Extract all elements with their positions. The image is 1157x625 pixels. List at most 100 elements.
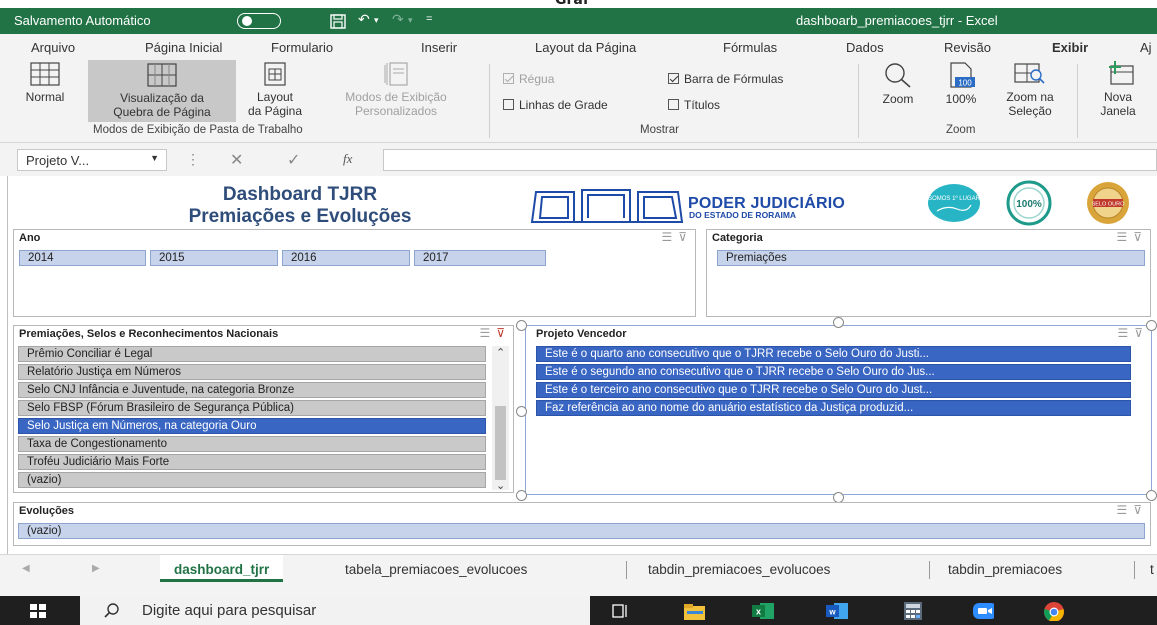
page-break-preview-button[interactable]: Visualização da Quebra de Página <box>88 60 236 122</box>
tab-arquivo[interactable]: Arquivo <box>31 40 75 55</box>
resize-handle[interactable] <box>833 317 844 328</box>
slicer-projeto-item[interactable]: Este é o segundo ano consecutivo que o T… <box>536 364 1131 380</box>
tab-scroll-right-icon[interactable]: ▶ <box>92 563 100 574</box>
slicer-projeto-item[interactable]: Este é o quarto ano consecutivo que o TJ… <box>536 346 1131 362</box>
new-window-button[interactable]: Nova Janela <box>1088 60 1148 120</box>
file-explorer-icon[interactable] <box>683 601 705 621</box>
normal-view-button[interactable]: Normal <box>20 62 70 120</box>
scroll-down-icon[interactable]: ⌄ <box>496 479 505 492</box>
sheet-left-border <box>7 176 8 554</box>
clear-filter-icon[interactable]: ⊽ <box>1134 326 1143 340</box>
tab-scroll-left-icon[interactable]: ◀ <box>22 563 30 574</box>
slicer-premiacoes-item[interactable]: (vazio) <box>18 472 486 488</box>
formula-bar-checkbox[interactable]: Barra de Fórmulas <box>668 72 783 86</box>
task-view-icon[interactable] <box>612 603 634 623</box>
chevron-down-icon[interactable]: ▼ <box>150 153 159 163</box>
clear-filter-icon[interactable]: ⊽ <box>496 326 505 340</box>
clear-filter-icon[interactable]: ⊽ <box>1133 503 1142 517</box>
zoom-to-selection-button[interactable]: Zoom na Seleção <box>996 62 1064 122</box>
tab-inserir[interactable]: Inserir <box>421 40 457 55</box>
sheet-tab-tabdin-evolucoes[interactable]: tabdin_premiacoes_evolucoes <box>648 562 830 577</box>
100-percent-badge-icon: 100% <box>1006 180 1052 226</box>
page-layout-view-button[interactable]: Layout da Página <box>236 62 314 120</box>
scroll-up-icon[interactable]: ⌃ <box>496 346 505 359</box>
dashboard-title-line-1: Dashboard TJRR <box>222 184 378 205</box>
undo-icon[interactable]: ↶ <box>358 11 370 28</box>
headings-check-icon <box>668 99 679 110</box>
sheet-tab-dashboard[interactable]: dashboard_tjrr <box>160 555 284 582</box>
group-separator <box>1077 64 1078 138</box>
resize-handle[interactable] <box>1146 490 1157 501</box>
zoom-selection-label-1: Zoom na <box>1006 90 1054 104</box>
clear-filter-icon[interactable]: ⊽ <box>678 230 687 244</box>
document-title: dashboarb_premiacoes_tjrr - Excel <box>796 13 998 28</box>
zoom-button[interactable]: Zoom <box>868 62 928 120</box>
name-box[interactable]: Projeto V... ▼ <box>17 149 167 171</box>
formula-input[interactable] <box>383 149 1157 171</box>
group-separator <box>858 64 859 138</box>
slicer-premiacoes-item[interactable]: Relatório Justiça em Números <box>18 364 486 380</box>
slicer-evolucoes-item[interactable]: (vazio) <box>18 523 1145 539</box>
calculator-icon[interactable] <box>902 601 924 621</box>
page-break-icon <box>147 63 177 87</box>
slicer-projeto-item[interactable]: Faz referência ao ano nome do anuário es… <box>536 400 1131 416</box>
resize-handle[interactable] <box>516 320 527 331</box>
slicer-ano-item[interactable]: 2014 <box>19 250 146 266</box>
gridlines-checkbox[interactable]: Linhas de Grade <box>503 98 608 112</box>
slicer-premiacoes-item[interactable]: Prêmio Conciliar é Legal <box>18 346 486 362</box>
autosave-toggle[interactable] <box>237 13 281 29</box>
tab-exibir[interactable]: Exibir <box>1052 40 1089 61</box>
word-icon[interactable]: w <box>826 601 848 621</box>
slicer-premiacoes-item[interactable]: Selo FBSP (Fórum Brasileiro de Segurança… <box>18 400 486 416</box>
slicer-ano: Ano ☰ ⊽ 2014 2015 2016 2017 <box>13 229 696 317</box>
sheet-tab-truncated[interactable]: t <box>1150 562 1154 577</box>
slicer-projeto-item[interactable]: Este é o terceiro ano consecutivo que o … <box>536 382 1131 398</box>
tab-formulas[interactable]: Fórmulas <box>723 40 777 55</box>
custom-views-label-1: Modos de Exibição <box>345 90 447 104</box>
enter-icon: ✓ <box>287 152 301 169</box>
slicer-ano-item[interactable]: 2015 <box>150 250 278 266</box>
excel-icon[interactable]: x <box>752 601 774 621</box>
slicer-ano-controls: ☰ ⊽ <box>661 230 687 244</box>
zoom-app-icon[interactable] <box>972 601 994 621</box>
resize-handle[interactable] <box>516 406 527 417</box>
page-break-label-1: Visualização da <box>120 91 204 105</box>
multi-select-icon[interactable]: ☰ <box>1116 230 1127 244</box>
chrome-icon[interactable] <box>1043 601 1065 621</box>
tab-layout-da-pagina[interactable]: Layout da Página <box>535 40 636 55</box>
resize-handle[interactable] <box>1146 320 1157 331</box>
formula-bar: Projeto V... ▼ ⋮ ✕ ✓ fx <box>0 143 1157 176</box>
zoom-100-button[interactable]: 100 100% <box>934 62 988 120</box>
multi-select-icon[interactable]: ☰ <box>661 230 672 244</box>
function-icon[interactable]: fx <box>343 151 352 167</box>
slicer-premiacoes-item[interactable]: Taxa de Congestionamento <box>18 436 486 452</box>
tab-dados[interactable]: Dados <box>846 40 884 55</box>
save-icon[interactable] <box>330 14 346 29</box>
scrollbar-thumb[interactable] <box>495 406 506 480</box>
slicer-ano-item[interactable]: 2016 <box>282 250 410 266</box>
tab-revisao[interactable]: Revisão <box>944 40 991 55</box>
slicer-categoria-item[interactable]: Premiações <box>717 250 1145 266</box>
multi-select-icon[interactable]: ☰ <box>1117 326 1128 340</box>
tab-pagina-inicial[interactable]: Página Inicial <box>145 40 222 55</box>
slicer-scrollbar[interactable]: ⌃ ⌄ <box>492 346 509 492</box>
windows-start-icon[interactable] <box>30 604 46 618</box>
sheet-tab-tabdin-premiacoes[interactable]: tabdin_premiacoes <box>948 562 1062 577</box>
tab-formulario[interactable]: Formulario <box>271 40 333 55</box>
page-layout-icon <box>264 62 286 86</box>
clear-filter-icon[interactable]: ⊽ <box>1133 230 1142 244</box>
taskbar-search-box[interactable]: Digite aqui para pesquisar <box>80 596 590 625</box>
slicer-premiacoes-item-selected[interactable]: Selo Justiça em Números, na categoria Ou… <box>18 418 486 434</box>
multi-select-icon[interactable]: ☰ <box>479 326 490 340</box>
search-placeholder: Digite aqui para pesquisar <box>142 602 317 619</box>
multi-select-icon[interactable]: ☰ <box>1116 503 1127 517</box>
slicer-ano-item[interactable]: 2017 <box>414 250 546 266</box>
slicer-premiacoes-item[interactable]: Troféu Judiciário Mais Forte <box>18 454 486 470</box>
customize-qat-icon[interactable]: = <box>426 13 432 25</box>
resize-handle[interactable] <box>516 490 527 501</box>
tab-ajuda[interactable]: Aj <box>1140 40 1152 55</box>
headings-checkbox[interactable]: Títulos <box>668 98 720 112</box>
slicer-premiacoes-item[interactable]: Selo CNJ Infância e Juventude, na catego… <box>18 382 486 398</box>
sheet-tab-tabela[interactable]: tabela_premiacoes_evolucoes <box>345 562 527 577</box>
undo-dropdown-icon[interactable]: ▾ <box>374 15 379 26</box>
